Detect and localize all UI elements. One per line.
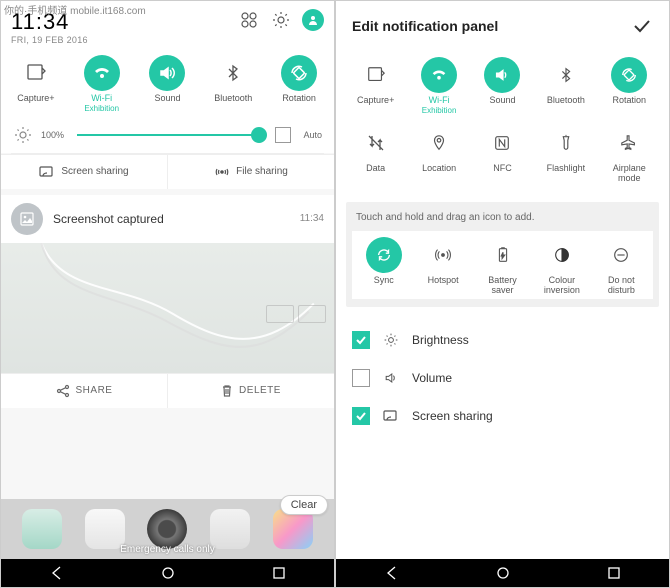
notification-screenshot[interactable]: Screenshot captured 11:34 SHARE DELETE [1,195,334,408]
check-volume[interactable]: Volume [344,359,661,397]
qs-sound[interactable]: Sound [472,57,532,115]
qs-sound[interactable]: Sound [137,55,197,113]
sun-icon [382,331,400,349]
qs-bluetooth[interactable]: Bluetooth [203,55,263,113]
phone-left-notification-panel: 11:34 FRI, 19 FEB 2016 Capture+ Wi-Fi Ex… [0,0,335,588]
qs-battery-saver[interactable]: Battery saver [473,237,532,296]
qs-data[interactable]: Data [346,125,406,184]
delete-button[interactable]: DELETE [168,374,334,408]
nav-recents-icon[interactable] [606,565,622,581]
profile-icon[interactable] [302,9,324,31]
brightness-slider[interactable]: 100% Auto [1,117,334,153]
qs-flashlight[interactable]: Flashlight [536,125,596,184]
qs-rotation[interactable]: Rotation [599,57,659,115]
file-sharing-button[interactable]: File sharing [168,155,334,189]
phone-right-edit-panel: Edit notification panel Capture+ Wi-FiEx… [335,0,670,588]
nav-back-icon[interactable] [384,565,400,581]
qs-bluetooth[interactable]: Bluetooth [536,57,596,115]
volume-icon [382,369,400,387]
qs-airplane[interactable]: Airplane mode [599,125,659,184]
confirm-icon[interactable] [631,15,653,37]
watermark: 你的·手机频道 mobile.it168.com [4,2,146,17]
notification-preview [1,243,334,373]
navigation-bar [336,559,669,587]
clear-button[interactable]: Clear [280,495,328,515]
nav-back-icon[interactable] [49,565,65,581]
qs-sync[interactable]: Sync [354,237,413,296]
nav-home-icon[interactable] [495,565,511,581]
cast-icon [382,407,400,425]
quick-settings-row: Capture+ Wi-Fi Exhibition Sound Bluetoot… [1,49,334,117]
auto-brightness-checkbox[interactable] [275,127,291,143]
qs-nfc[interactable]: NFC [472,125,532,184]
qs-dnd[interactable]: Do not disturb [592,237,651,296]
share-button[interactable]: SHARE [1,374,168,408]
qs-wifi[interactable]: Wi-Fi Exhibition [72,55,132,113]
qs-rotation[interactable]: Rotation [269,55,329,113]
connections-icon[interactable] [238,9,260,31]
emergency-text: Emergency calls only [1,544,334,555]
qs-capture[interactable]: Capture+ [346,57,406,115]
qs-colour-inversion[interactable]: Colour inversion [532,237,591,296]
image-icon [11,203,43,235]
qs-wifi[interactable]: Wi-FiExhibition [409,57,469,115]
qs-location[interactable]: Location [409,125,469,184]
qs-hotspot[interactable]: Hotspot [413,237,472,296]
navigation-bar [1,559,334,587]
check-brightness[interactable]: Brightness [344,321,661,359]
settings-icon[interactable] [270,9,292,31]
nav-home-icon[interactable] [160,565,176,581]
qs-capture[interactable]: Capture+ [6,55,66,113]
nav-recents-icon[interactable] [271,565,287,581]
page-title: Edit notification panel [352,18,498,34]
drag-tray: Touch and hold and drag an icon to add. … [346,202,659,308]
check-screen-sharing[interactable]: Screen sharing [344,397,661,435]
screen-sharing-button[interactable]: Screen sharing [1,155,168,189]
